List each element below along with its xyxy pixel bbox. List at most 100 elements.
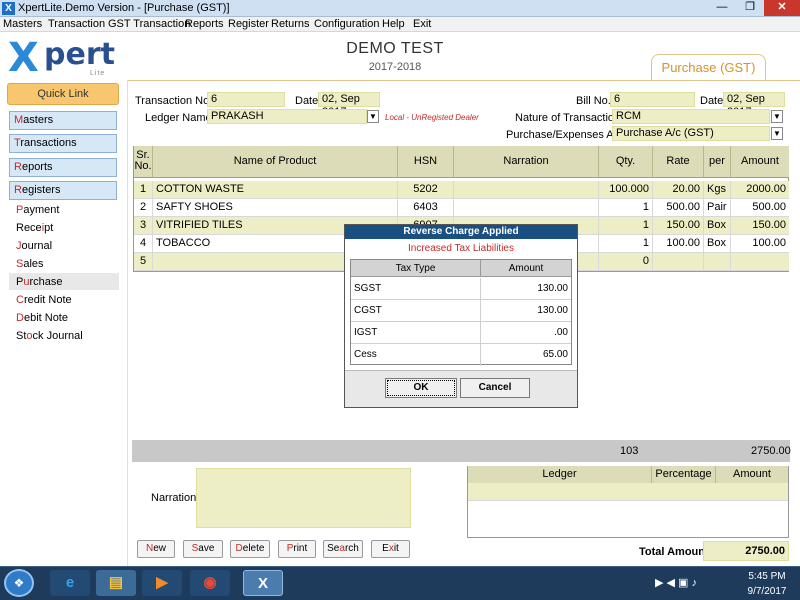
menu-help[interactable]: Help (382, 18, 405, 30)
quick-link-header[interactable]: Quick Link (7, 83, 119, 105)
sidebar-masters[interactable]: Masters (9, 111, 117, 130)
narration-input[interactable] (196, 468, 411, 528)
grid-totals-bar (132, 440, 790, 462)
table-row-rate[interactable]: 20.00 (653, 181, 704, 199)
chrome-icon[interactable]: ◉ (190, 570, 230, 596)
clock-date[interactable]: 9/7/2017 (742, 586, 792, 597)
table-row-qty[interactable]: 1 (599, 235, 653, 253)
xpert-logo: X pert Lite (8, 36, 118, 78)
table-row-rate[interactable]: 150.00 (653, 217, 704, 235)
system-tray-icons[interactable]: ▶ ◀ ▣ ♪ (655, 576, 697, 589)
tax-row-amount: 65.00 (542, 349, 568, 360)
new-button[interactable]: New (137, 540, 175, 558)
table-row-hsn[interactable]: 5202 (398, 181, 454, 199)
table-row-per[interactable] (704, 253, 731, 271)
menu-gst-transaction[interactable]: GST Transaction (108, 18, 190, 30)
media-player-icon[interactable]: ▶ (142, 570, 182, 596)
windows-logo-icon: ❖ (13, 576, 25, 590)
sidebar-link-journal[interactable]: Journal (16, 240, 52, 252)
sidebar-transactions[interactable]: Transactions (9, 134, 117, 153)
sidebar-reports[interactable]: Reports (9, 158, 117, 177)
transaction-no-field[interactable]: 6 (207, 92, 285, 107)
col-rate: Rate (653, 146, 704, 178)
col-product: Name of Product (153, 146, 398, 178)
tax-row-type: CGST (351, 300, 481, 322)
date-label: Date (295, 95, 319, 107)
table-row-per[interactable]: Box (704, 235, 731, 253)
table-row-qty[interactable]: 0 (599, 253, 653, 271)
table-row-per[interactable]: Box (704, 217, 731, 235)
table-row-per[interactable]: Pair (704, 199, 731, 217)
menu-masters[interactable]: Masters (3, 18, 42, 30)
chevron-down-icon[interactable]: ▼ (771, 127, 783, 140)
search-button[interactable]: Search (323, 540, 363, 558)
sidebar-link-credit-note[interactable]: Credit Note (16, 294, 72, 306)
menu-register[interactable]: Register (228, 18, 269, 30)
tax-col-type: Tax Type (351, 260, 481, 277)
menu-configuration[interactable]: Configuration (314, 18, 379, 30)
menu-returns[interactable]: Returns (271, 18, 310, 30)
tax-row-amount: 130.00 (481, 300, 571, 322)
table-row-product[interactable]: SAFTY SHOES (153, 199, 398, 217)
nature-field[interactable]: RCM (612, 109, 770, 124)
logo-word: pert (44, 37, 115, 72)
purchase-ac-label: Purchase/Expenses A/c (506, 129, 623, 141)
table-row-amount: 500.00 (731, 199, 789, 217)
chevron-down-icon[interactable]: ▼ (771, 110, 783, 123)
xpert-app-icon[interactable]: X (243, 570, 283, 596)
minimize-button[interactable]: — (708, 0, 736, 16)
bill-no-label: Bill No. (576, 95, 611, 107)
table-row-rate[interactable]: 500.00 (653, 199, 704, 217)
dialog-subtitle: Increased Tax Liabilities (408, 243, 514, 254)
tax-row-amount: 130.00 (481, 278, 571, 300)
exit-button[interactable]: Exit (371, 540, 410, 558)
bill-date-field[interactable]: 02, Sep 2017 (723, 92, 785, 118)
print-button[interactable]: Print (278, 540, 316, 558)
col-hsn: HSN (398, 146, 454, 178)
title-bar: X XpertLite.Demo Version - [Purchase (GS… (0, 0, 800, 17)
ok-button[interactable]: OK (385, 378, 457, 398)
menu-reports[interactable]: Reports (185, 18, 224, 30)
bill-no-field[interactable]: 6 (610, 92, 695, 107)
table-row-narration[interactable] (454, 181, 599, 199)
sidebar-link-debit-note[interactable]: Debit Note (16, 312, 68, 324)
cancel-button[interactable]: Cancel (460, 378, 530, 398)
sidebar-link-sales[interactable]: Sales (16, 258, 44, 270)
col-qty: Qty. (599, 146, 653, 178)
table-row-rate[interactable] (653, 253, 704, 271)
table-row-rate[interactable]: 100.00 (653, 235, 704, 253)
table-row-hsn[interactable]: 6403 (398, 199, 454, 217)
table-row-narration[interactable] (454, 199, 599, 217)
chevron-down-icon[interactable]: ▼ (367, 110, 379, 123)
sidebar-link-stock-journal[interactable]: Stock Journal (16, 330, 83, 342)
col-per: per (704, 146, 731, 178)
sidebar-link-receipt[interactable]: Receipt (16, 222, 53, 234)
ledger-name-field[interactable]: PRAKASH (207, 109, 367, 124)
save-button[interactable]: Save (183, 540, 223, 558)
date-field[interactable]: 02, Sep 2017 (318, 92, 380, 118)
table-row-qty[interactable]: 1 (599, 199, 653, 217)
sidebar-registers[interactable]: Registers (9, 181, 117, 200)
table-row-qty[interactable]: 100.000 (599, 181, 653, 199)
purchase-ac-field[interactable]: Purchase A/c (GST) (612, 126, 770, 141)
maximize-button[interactable]: ❐ (736, 0, 764, 16)
table-row-product[interactable]: COTTON WASTE (153, 181, 398, 199)
sidebar-link-payment[interactable]: Payment (16, 204, 59, 216)
col-amount: Amount (731, 146, 789, 178)
dealer-type-note: Local - UnRegisted Dealer (385, 113, 479, 122)
ledger-row[interactable] (468, 483, 788, 501)
start-button[interactable]: ❖ (4, 569, 34, 597)
internet-explorer-icon[interactable]: e (50, 570, 90, 596)
clock-time[interactable]: 5:45 PM (742, 571, 792, 582)
delete-button[interactable]: Delete (230, 540, 270, 558)
table-row-qty[interactable]: 1 (599, 217, 653, 235)
menu-exit[interactable]: Exit (413, 18, 431, 30)
tab-purchase-gst[interactable]: Purchase (GST) (651, 54, 766, 80)
menu-transaction[interactable]: Transaction (48, 18, 105, 30)
close-button[interactable]: ✕ (764, 0, 800, 16)
ledger-name-label: Ledger Name (145, 112, 212, 124)
table-row-per[interactable]: Kgs (704, 181, 731, 199)
file-explorer-icon[interactable]: ▤ (96, 570, 136, 596)
sidebar-link-purchase[interactable]: Purchase (16, 276, 63, 288)
tax-row-type: IGST (351, 322, 481, 344)
